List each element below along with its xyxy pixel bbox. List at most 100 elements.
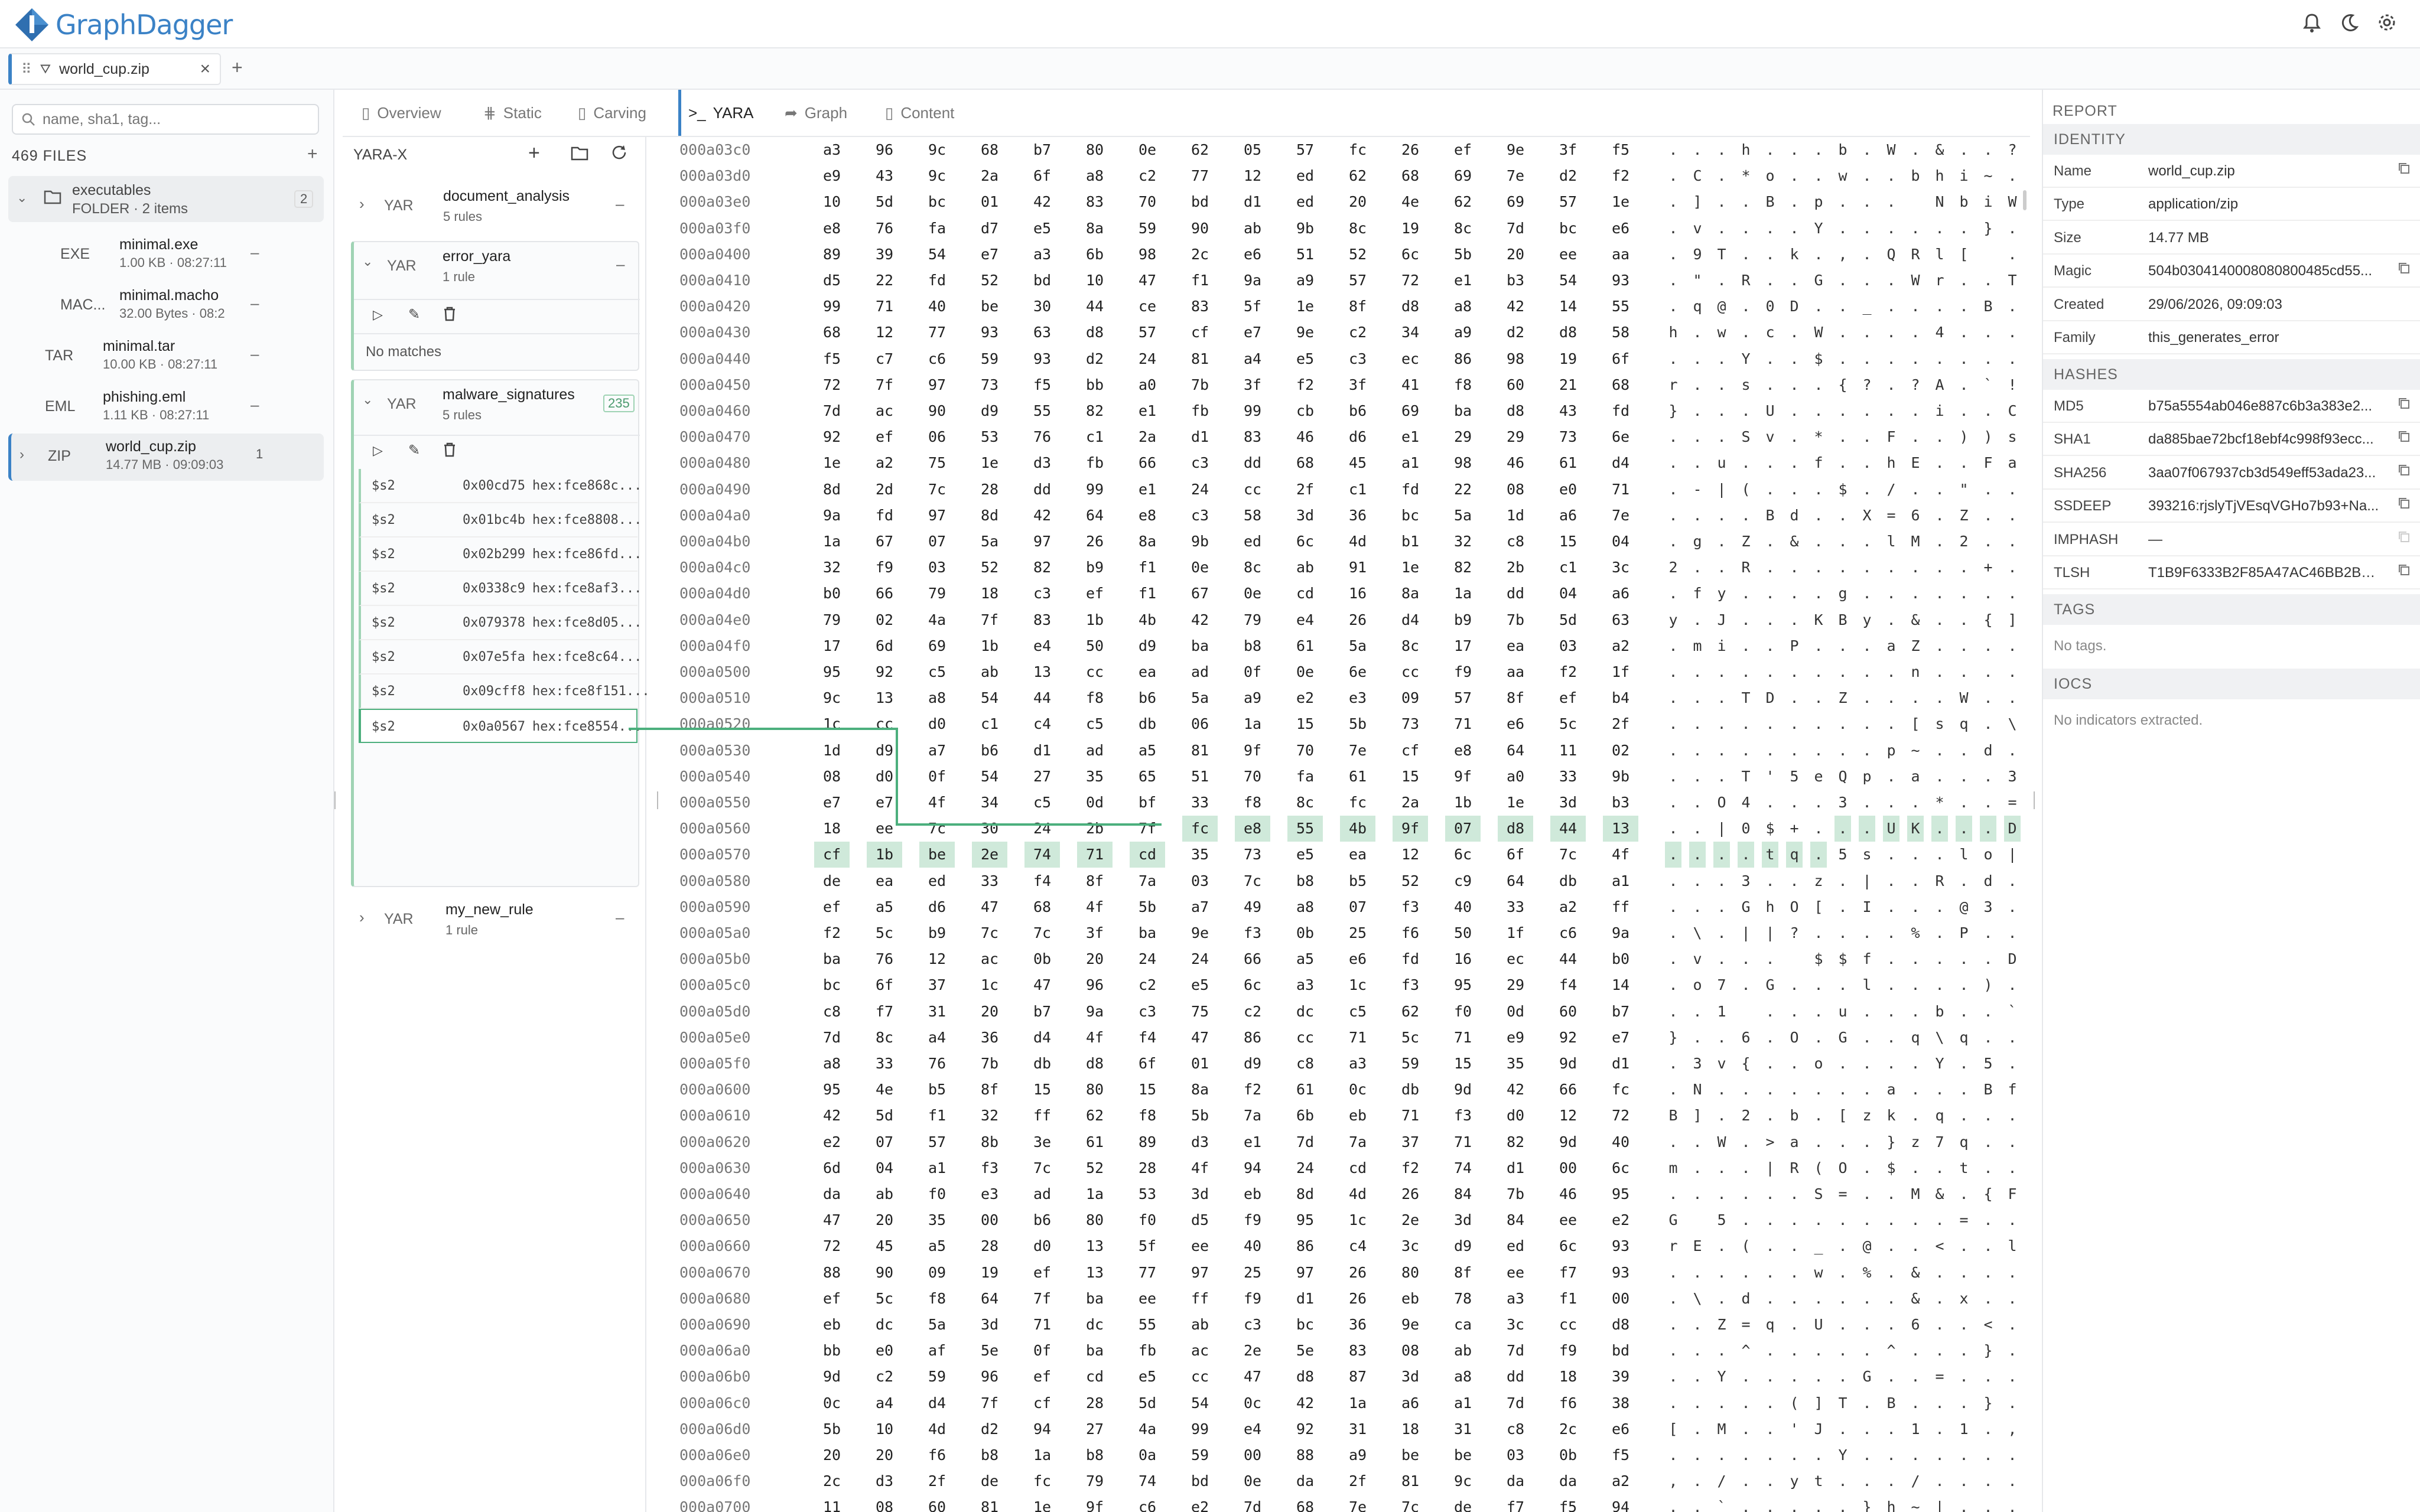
hex-byte[interactable]: ab — [1445, 1338, 1481, 1364]
hex-byte[interactable]: 50 — [1445, 920, 1481, 946]
gear-icon[interactable] — [2377, 13, 2399, 34]
hex-byte[interactable]: 69 — [1393, 398, 1428, 424]
hex-byte[interactable]: 60 — [919, 1494, 955, 1512]
hex-byte[interactable]: 29 — [1445, 424, 1481, 450]
ascii-char[interactable]: T — [1834, 1390, 1851, 1416]
hex-byte[interactable]: b6 — [1024, 1207, 1060, 1233]
ascii-char[interactable]: v — [1713, 1051, 1730, 1077]
hex-byte[interactable]: 70 — [1235, 764, 1270, 790]
hex-byte[interactable]: bc — [814, 972, 850, 998]
hex-byte[interactable]: 71 — [1445, 1129, 1481, 1155]
ascii-char[interactable]: . — [1956, 581, 1972, 607]
hex-byte[interactable]: 42 — [1182, 607, 1218, 633]
ascii-char[interactable]: . — [1907, 346, 1924, 372]
hex-byte[interactable]: 5a — [1340, 633, 1375, 659]
hex-byte[interactable]: 9b — [1182, 529, 1218, 555]
tree-item-minimal-exe[interactable]: EXE minimal.exe 1.00 KB · 08:27:11 – — [8, 232, 324, 279]
hex-byte[interactable]: f4 — [1024, 868, 1060, 894]
hex-byte[interactable]: 1a — [1340, 1390, 1375, 1416]
hex-byte[interactable]: 1c — [972, 972, 1007, 998]
hex-byte[interactable]: 5f — [1130, 1233, 1165, 1259]
hex-byte[interactable]: c1 — [1077, 424, 1113, 450]
ascii-char[interactable]: . — [1738, 1468, 1754, 1494]
ascii-char[interactable]: . — [1907, 1338, 1924, 1364]
ascii-char[interactable]: b — [1786, 1103, 1803, 1129]
hex-byte[interactable]: 1a — [1445, 581, 1481, 607]
ascii-char[interactable]: . — [1859, 1468, 1875, 1494]
ascii-char[interactable]: . — [1931, 294, 1948, 320]
hex-byte[interactable]: 54 — [919, 242, 955, 268]
ascii-char[interactable]: ~ — [1907, 1494, 1924, 1512]
ascii-char[interactable]: . — [1834, 1077, 1851, 1103]
ascii-char[interactable]: . — [1907, 1442, 1924, 1468]
hex-byte[interactable]: 68 — [1287, 450, 1323, 476]
ascii-char[interactable]: | — [1859, 868, 1875, 894]
ascii-char[interactable]: . — [1907, 1364, 1924, 1390]
chevron-down-icon[interactable]: ⌄ — [362, 392, 373, 408]
match-row[interactable]: $s2 0x07e5fa hex:fce8c64... — [359, 640, 642, 674]
ascii-char[interactable]: + — [1786, 816, 1803, 842]
hex-byte[interactable]: 27 — [1077, 1416, 1113, 1442]
ascii-char[interactable]: . — [1762, 1364, 1778, 1390]
ascii-char[interactable]: . — [1713, 503, 1730, 529]
ascii-char[interactable]: . — [1786, 659, 1803, 685]
ascii-char[interactable]: . — [1883, 659, 1899, 685]
hex-byte[interactable]: 6f — [1603, 346, 1638, 372]
ascii-char[interactable]: . — [1907, 972, 1924, 998]
hex-byte[interactable]: 68 — [1287, 1494, 1323, 1512]
hex-byte[interactable]: a9 — [1445, 320, 1481, 346]
add-file-button[interactable]: + — [307, 144, 318, 164]
hex-byte[interactable]: b6 — [1130, 685, 1165, 711]
hex-byte[interactable]: 94 — [1603, 1494, 1638, 1512]
ascii-char[interactable]: 6 — [1907, 1312, 1924, 1338]
ascii-char[interactable]: . — [1956, 320, 1972, 346]
hex-byte[interactable]: a4 — [919, 1025, 955, 1051]
hex-byte[interactable]: fd — [867, 503, 902, 529]
hex-byte[interactable]: 95 — [814, 659, 850, 685]
ascii-char[interactable] — [1907, 189, 1924, 215]
hex-byte[interactable]: 58 — [1235, 503, 1270, 529]
ascii-char[interactable]: . — [1834, 320, 1851, 346]
rule-my-new-rule[interactable]: › YAR my_new_rule 1 rule – — [351, 893, 639, 950]
hex-byte[interactable]: 35 — [919, 1207, 955, 1233]
hex-byte[interactable]: 10 — [1077, 268, 1113, 294]
hex-byte[interactable]: e4 — [1024, 633, 1060, 659]
hex-byte[interactable]: 7e — [1340, 1494, 1375, 1512]
ascii-char[interactable]: . — [1907, 999, 1924, 1025]
chevron-right-icon[interactable]: › — [359, 195, 365, 213]
hex-byte[interactable]: c2 — [1340, 320, 1375, 346]
ascii-char[interactable]: } — [1883, 1129, 1899, 1155]
hex-byte[interactable]: 42 — [1024, 189, 1060, 215]
ascii-char[interactable]: . — [1689, 398, 1706, 424]
ascii-char[interactable]: . — [2004, 320, 2021, 346]
ascii-char[interactable]: $ — [1810, 346, 1827, 372]
hex-byte[interactable]: 54 — [1550, 268, 1586, 294]
ascii-char[interactable]: W — [1713, 1129, 1730, 1155]
ascii-char[interactable]: . — [1713, 1390, 1730, 1416]
ascii-char[interactable]: - — [1689, 477, 1706, 503]
hex-byte[interactable]: 83 — [1024, 607, 1060, 633]
ascii-char[interactable]: . — [1810, 972, 1827, 998]
hex-byte[interactable]: e7 — [972, 242, 1007, 268]
ascii-char[interactable]: . — [1956, 946, 1972, 972]
hex-byte[interactable]: a5 — [867, 894, 902, 920]
hex-byte[interactable]: cc — [1393, 659, 1428, 685]
hex-byte[interactable]: f0 — [1130, 1207, 1165, 1233]
hex-byte[interactable]: 9c — [919, 137, 955, 163]
ascii-char[interactable]: . — [1738, 607, 1754, 633]
ascii-char[interactable]: Z — [1713, 1312, 1730, 1338]
ascii-char[interactable]: . — [1859, 816, 1875, 842]
hex-byte[interactable]: 15 — [1024, 1077, 1060, 1103]
ascii-char[interactable]: . — [1738, 1260, 1754, 1286]
hex-byte[interactable]: fa — [1287, 764, 1323, 790]
ascii-char[interactable]: . — [1713, 1260, 1730, 1286]
hex-byte[interactable]: dc — [1077, 1312, 1113, 1338]
hex-byte[interactable]: f8 — [1077, 685, 1113, 711]
hex-byte[interactable]: 6f — [867, 972, 902, 998]
hex-byte[interactable]: ec — [1498, 946, 1533, 972]
ascii-char[interactable]: . — [1956, 1260, 1972, 1286]
ascii-char[interactable]: . — [1883, 372, 1899, 398]
ascii-char[interactable]: . — [1883, 581, 1899, 607]
hex-byte[interactable]: 8c — [1235, 555, 1270, 581]
ascii-char[interactable]: . — [1665, 1181, 1681, 1207]
